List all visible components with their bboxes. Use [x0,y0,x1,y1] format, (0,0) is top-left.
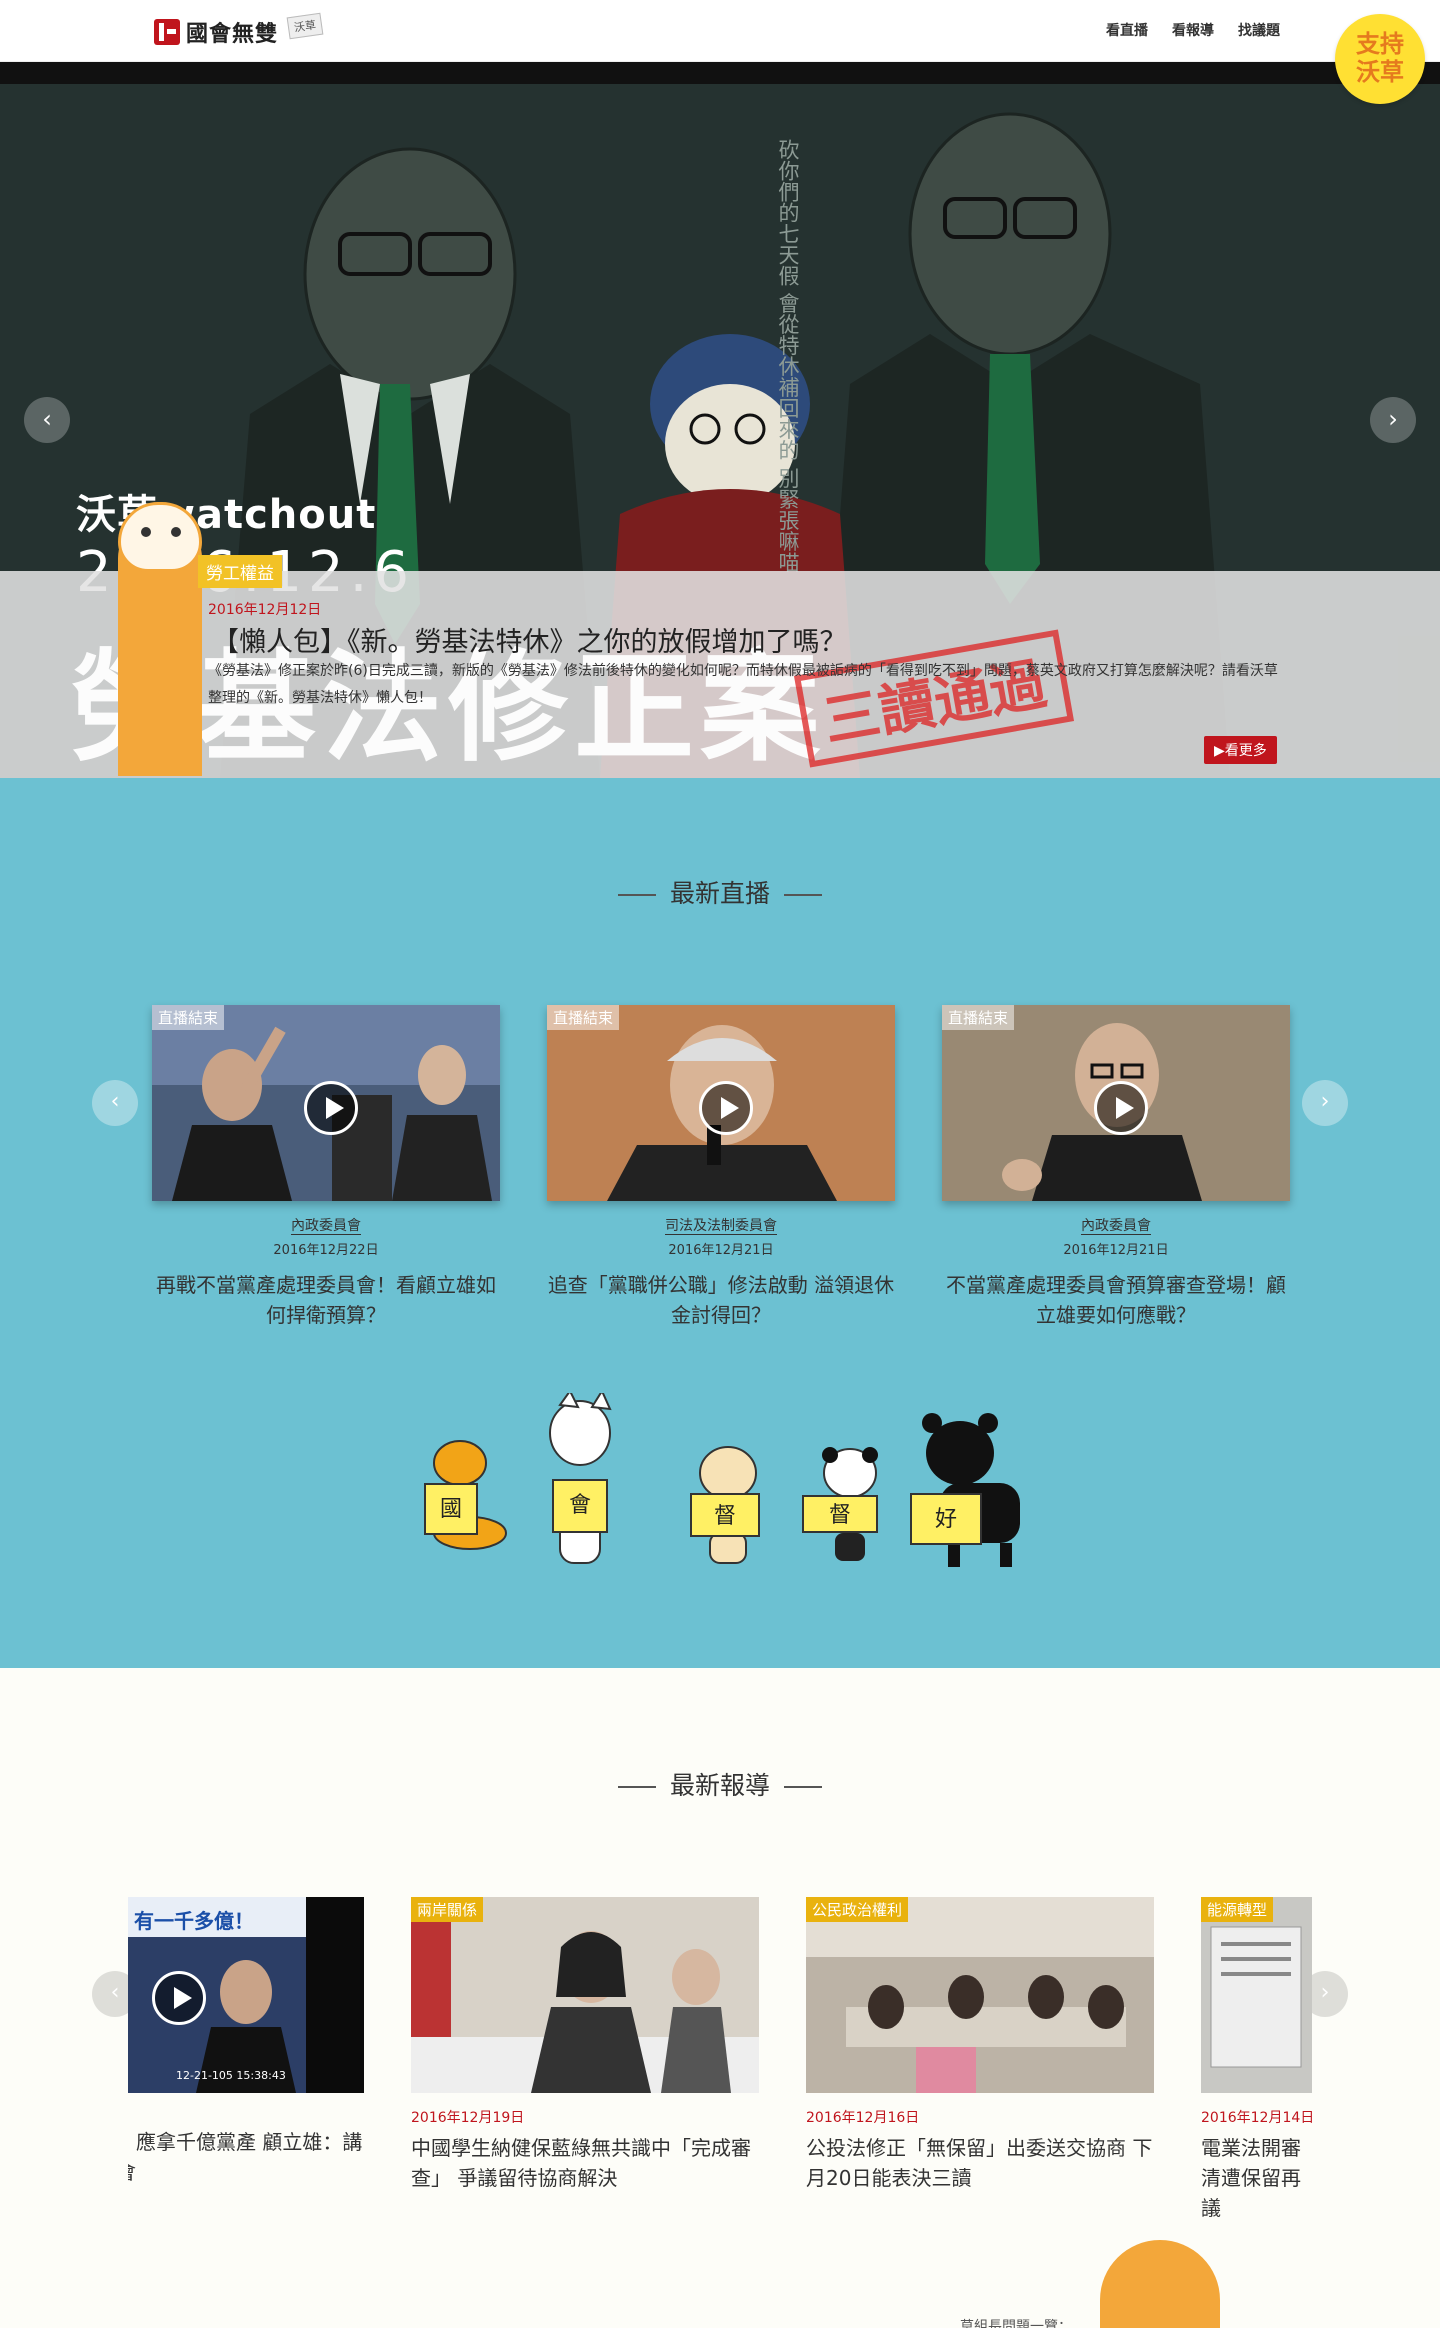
nav-news[interactable]: 看報導 [1172,20,1214,40]
nav-live[interactable]: 看直播 [1106,20,1148,40]
live-status-badge: 直播結束 [942,1005,1015,1030]
mascot-sign: 國 [424,1483,478,1535]
live-title-text: 最新直播 [669,879,770,908]
chevron-right-icon: › [1388,405,1398,433]
hero-description: 《勞基法》修正案於昨(6)日完成三讀，新版的《勞基法》修法前後特休的變化如何呢？… [208,663,1278,706]
news-category-tag[interactable]: 能源轉型 [1201,1897,1274,1922]
mascot-illustration [433,1393,1020,1567]
live-status-badge: 直播結束 [152,1005,225,1030]
live-section-title: 最新直播 [0,874,1440,910]
news-thumbnail[interactable]: 有一千多億！ 12-21-105 15:38:43 [128,1897,364,2093]
chevron-right-icon: › [1320,1089,1330,1114]
hero-prev-button[interactable]: ‹ [24,397,70,443]
news-photo-image [806,1897,1154,2093]
news-title[interactable]: 公投法修正「無保留」出委送交協商 下月20日能表決三讀 [806,2133,1154,2193]
live-section: 最新直播 ‹ › 直播結束 內政委員會 2016年12月22日 再戰不當黨產處理… [0,778,1440,1668]
news-title[interactable]: 藍委林為洲：應拿千億黨產 顧立雄：講千億國民黨會 [128,2127,364,2187]
hero-next-button[interactable]: › [1370,397,1416,443]
play-icon[interactable] [1094,1081,1148,1135]
live-title[interactable]: 再戰不當黨產處理委員會！看顧立雄如何捍衛預算？ [152,1270,500,1330]
footer-peek-text: 草組長問題一覽： [960,2319,1072,2328]
hero-title[interactable]: 【懶人包】《新。勞基法特休》之你的放假增加了嗎？ [212,620,847,659]
hero-more-button[interactable]: ▶看更多 [1204,736,1277,764]
chevron-left-icon: ‹ [110,1980,120,2005]
support-button[interactable]: 支持 沃草 [1335,14,1425,104]
news-card-partial[interactable]: 能源轉型 2016年12月14日 電業法開審 清遭保留再議 [1201,1897,1312,2217]
news-card[interactable]: 公民政治權利 2016年12月16日 公投法修正「無保留」出委送交協商 下月20… [806,1897,1154,2193]
live-date: 2016年12月21日 [1063,1243,1169,1258]
logo-mark-icon [154,19,180,45]
news-card[interactable]: 兩岸關係 2016年12月19日 中國學生納健保藍綠無共識中「完成審查」 爭議留… [411,1897,759,2193]
news-photo-image [1201,1897,1312,2093]
chevron-left-icon: ‹ [42,405,52,433]
mascot-sign: 會 [552,1479,608,1533]
live-prev-button[interactable]: ‹ [92,1080,138,1126]
live-title[interactable]: 不當黨產處理委員會預算審查登場！顧立雄要如何應戰？ [942,1270,1290,1330]
title-rule-left [617,1786,656,1788]
live-date: 2016年12月21日 [668,1243,774,1258]
hero-vertical-text: 砍你們的七天假 會從特休補回來的 別緊張嘛喵 [776,139,800,573]
support-label-2: 沃草 [1356,58,1404,86]
news-thumbnail[interactable]: 公民政治權利 [806,1897,1154,2093]
live-committee[interactable]: 內政委員會 [942,1215,1290,1235]
news-card-partial[interactable]: 有一千多億！ 12-21-105 15:38:43 藍委林為洲：應拿千億黨產 顧… [128,1897,364,2217]
chevron-left-icon: ‹ [110,1089,120,1114]
mascot-group: 國 會 督 督 好 [420,1393,1040,1573]
play-icon[interactable] [304,1081,358,1135]
news-date: 2016年12月14日 [1201,2110,1312,2126]
news-thumbnail[interactable]: 兩岸關係 [411,1897,759,2093]
news-section-title: 最新報導 [0,1766,1440,1802]
news-date: 2016年12月19日 [411,2110,525,2126]
play-icon[interactable] [152,1971,206,2025]
news-title[interactable]: 電業法開審 清遭保留再議 [1201,2133,1311,2217]
main-nav: 看直播 看報導 找議題 [1106,20,1280,40]
news-title-text: 最新報導 [669,1771,770,1800]
live-thumbnail[interactable]: 直播結束 [152,1005,500,1201]
live-card[interactable]: 直播結束 司法及法制委員會 2016年12月21日 追查「黨職併公職」修法啟動 … [547,1005,895,1330]
news-category-tag[interactable]: 兩岸關係 [411,1897,484,1922]
news-photo-image [411,1897,759,2093]
hero-slider: 砍你們的七天假 會從特休補回來的 別緊張嘛喵 ‹ › 沃草watchout 20… [0,62,1440,778]
news-title[interactable]: 中國學生納健保藍綠無共識中「完成審查」 爭議留待協商解決 [411,2133,759,2193]
hero-category-tag[interactable]: 勞工權益 [198,555,282,588]
live-committee[interactable]: 內政委員會 [152,1215,500,1235]
news-category-tag[interactable]: 公民政治權利 [806,1897,909,1922]
live-thumbnail[interactable]: 直播結束 [547,1005,895,1201]
live-thumbnail[interactable]: 直播結束 [942,1005,1290,1201]
support-label-1: 支持 [1356,30,1404,58]
site-header: 國會無雙 沃草 看直播 看報導 找議題 [0,0,1440,62]
mascot-sign: 好 [910,1493,982,1545]
live-date: 2016年12月22日 [273,1243,379,1258]
live-next-button[interactable]: › [1302,1080,1348,1126]
news-thumbnail[interactable]: 能源轉型 [1201,1897,1312,2093]
title-rule-right [784,894,822,896]
news-thumb-time: 12-21-105 15:38:43 [176,2069,286,2082]
site-logo[interactable]: 國會無雙 沃草 [154,12,324,48]
live-title[interactable]: 追查「黨職併公職」修法啟動 溢領退休金討得回？ [547,1270,895,1330]
chevron-right-icon: › [1320,1980,1330,2005]
alpaca-face-icon [118,502,202,572]
hero-date: 2016年12月12日 [208,602,322,618]
news-thumb-text: 有一千多億！ [134,1909,254,1933]
live-status-badge: 直播結束 [547,1005,620,1030]
logo-text: 國會無雙 [186,22,279,47]
nav-issues[interactable]: 找議題 [1238,20,1280,40]
title-rule-left [617,894,656,896]
play-icon[interactable] [699,1081,753,1135]
title-rule-right [784,1786,822,1788]
news-date: 2016年12月16日 [806,2110,920,2126]
live-card[interactable]: 直播結束 內政委員會 2016年12月21日 不當黨產處理委員會預算審查登場！顧… [942,1005,1290,1330]
mascot-sign: 督 [690,1493,760,1537]
live-card[interactable]: 直播結束 內政委員會 2016年12月22日 再戰不當黨產處理委員會！看顧立雄如… [152,1005,500,1330]
logo-tag: 沃草 [286,12,324,40]
news-section: 最新報導 ‹ › 有一千多億！ 12-21-105 15:38:43 藍委林為洲… [0,1668,1440,2328]
mascot-sign: 督 [802,1495,878,1533]
live-committee[interactable]: 司法及法制委員會 [547,1215,895,1235]
